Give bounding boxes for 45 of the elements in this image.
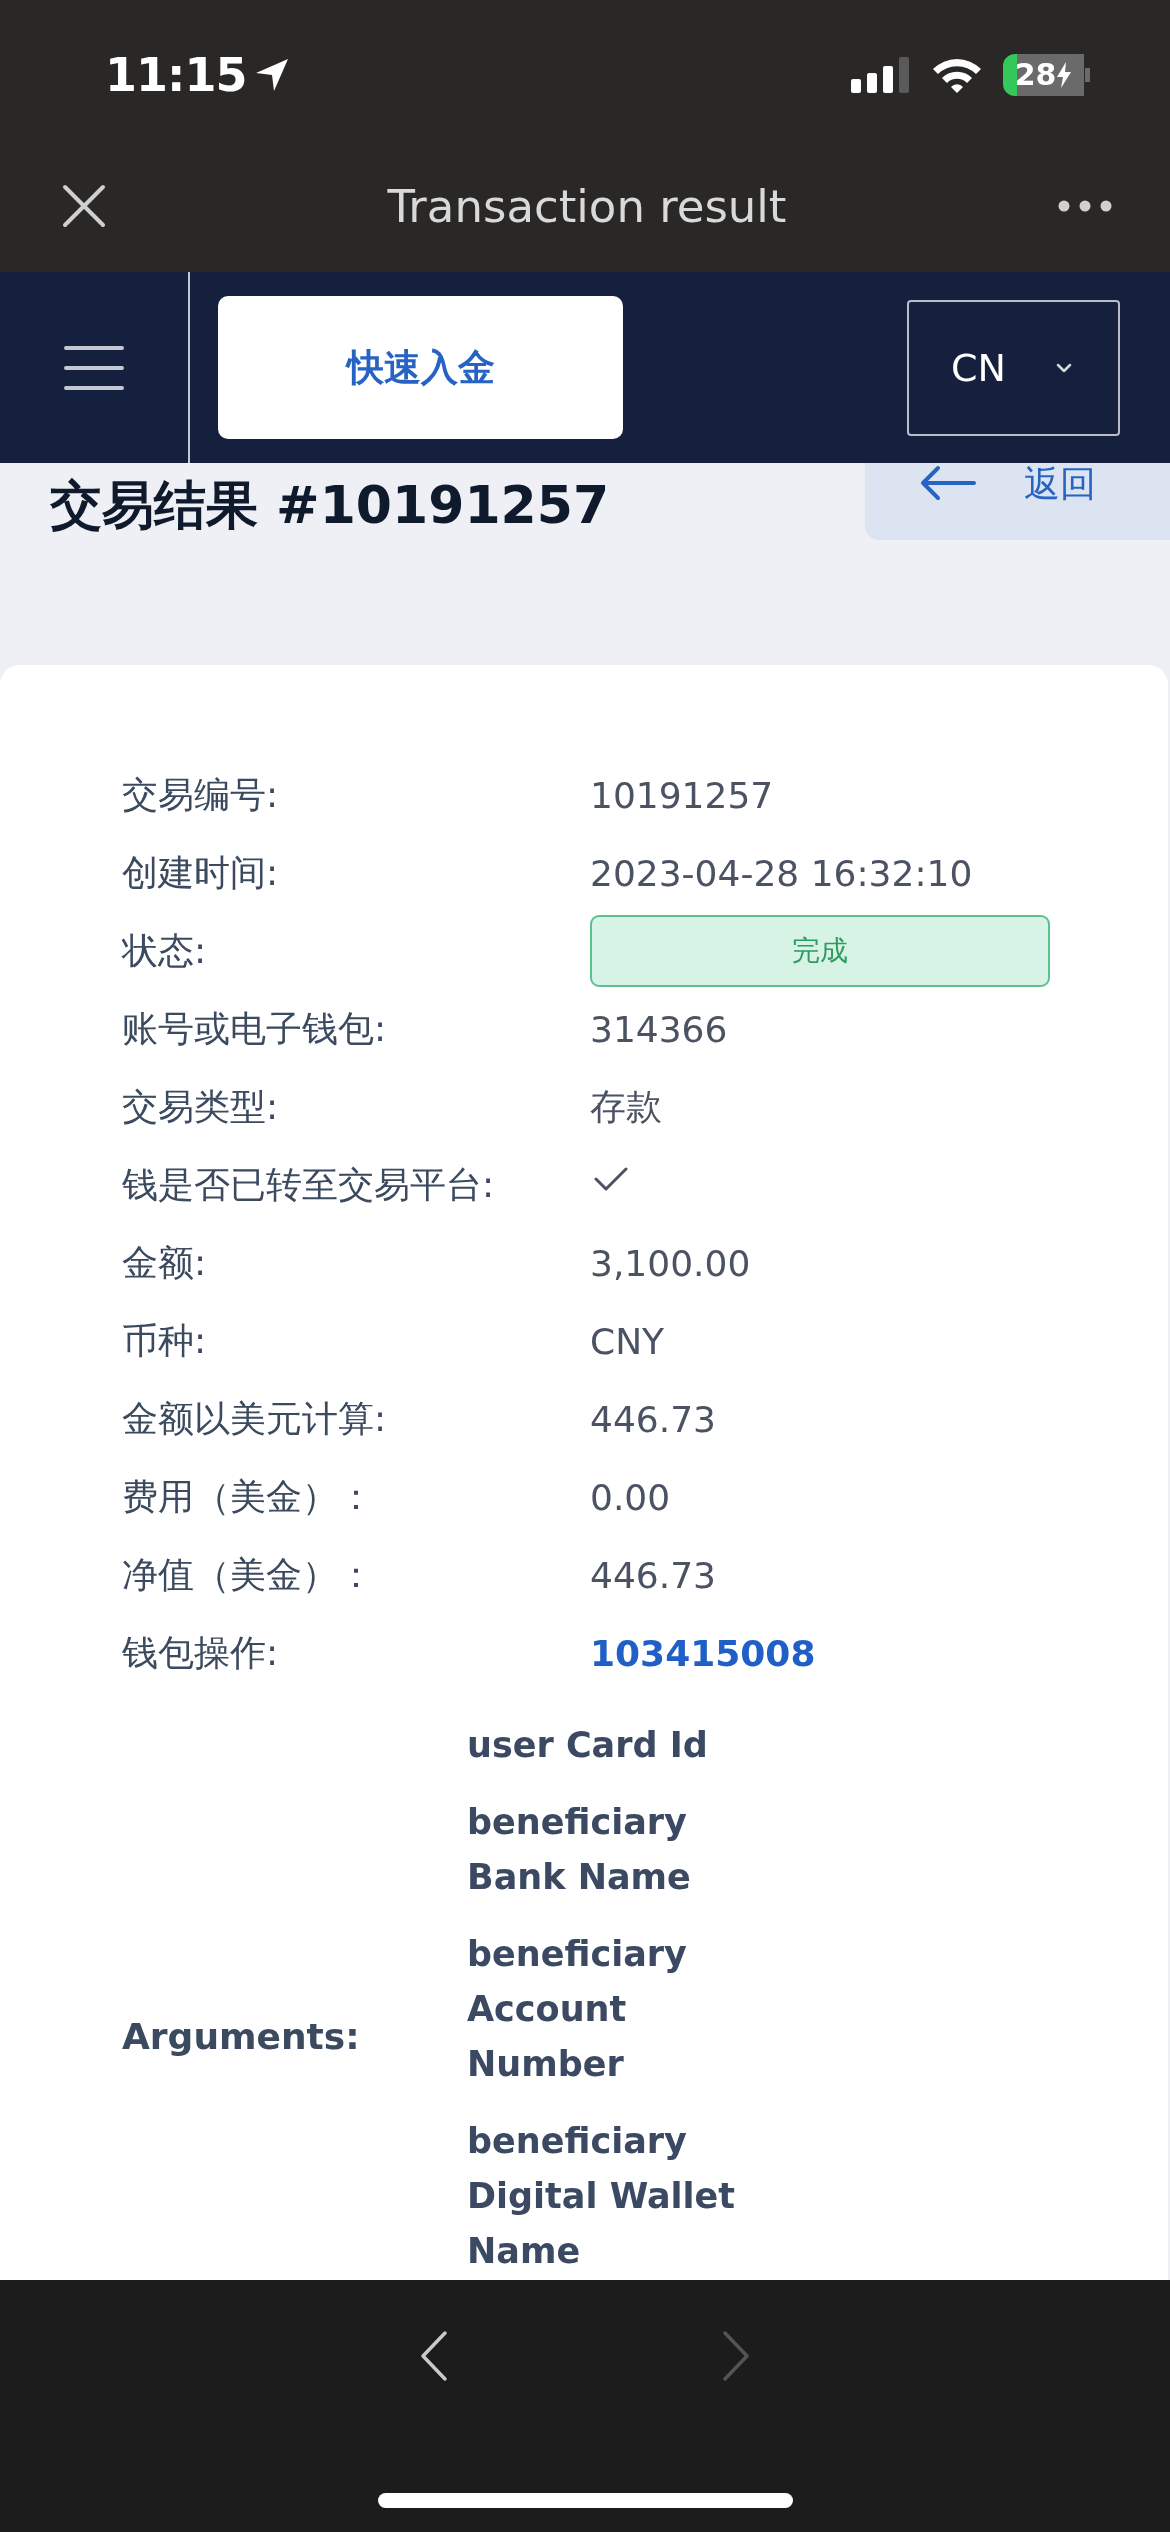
detail-value: 存款 xyxy=(590,1084,662,1129)
detail-value: 446.73 xyxy=(590,1398,716,1440)
charging-bolt-icon xyxy=(1057,62,1072,88)
location-arrow-icon xyxy=(254,57,291,93)
argument-name: beneficiary Digital Wallet Name xyxy=(467,2120,737,2273)
battery-percent: 28 xyxy=(1014,60,1057,90)
argument-name: beneficiary Account Number xyxy=(467,1933,688,2086)
chevron-left-icon[interactable] xyxy=(420,2330,448,2382)
detail-label: 费用（美金）： xyxy=(122,1474,374,1519)
wallet-operation-link[interactable]: 103415008 xyxy=(590,1632,816,1674)
back-button[interactable]: 返回 xyxy=(865,463,1170,540)
detail-label: 交易类型: xyxy=(122,1084,279,1129)
signal-icon xyxy=(851,57,911,93)
detail-value: 314366 xyxy=(590,1008,728,1050)
page-heading: 交易结果 #10191257 xyxy=(49,474,610,535)
menu-icon[interactable] xyxy=(64,344,124,391)
detail-label: 状态: xyxy=(122,928,207,973)
status-time: 11:15 xyxy=(105,48,247,102)
status-badge: 完成 xyxy=(590,915,1050,987)
argument-name: user Card Id xyxy=(467,1724,709,1767)
detail-value: 446.73 xyxy=(590,1554,716,1596)
language-select[interactable]: CN xyxy=(907,299,1120,436)
detail-label: 交易编号: xyxy=(122,772,279,817)
arrow-left-icon xyxy=(920,465,976,501)
chevron-down-icon xyxy=(1055,362,1072,373)
detail-value: 0.00 xyxy=(590,1476,671,1518)
more-icon[interactable] xyxy=(1058,200,1112,212)
detail-value: 10191257 xyxy=(590,774,774,816)
detail-value: 2023-04-28 16:32:10 xyxy=(590,852,973,894)
detail-label: 账号或电子钱包: xyxy=(122,1006,387,1051)
detail-label: 净值（美金）： xyxy=(122,1552,374,1597)
window-title: Transaction result xyxy=(387,179,787,233)
argument-name: beneficiary Bank Name xyxy=(467,1801,692,1899)
detail-label: 金额以美元计算: xyxy=(122,1396,387,1441)
detail-label: 钱是否已转至交易平台: xyxy=(122,1162,495,1207)
close-icon[interactable] xyxy=(62,184,106,228)
detail-value: CNY xyxy=(590,1320,665,1362)
quick-deposit-button[interactable]: 快速入金 xyxy=(218,296,623,439)
arguments-label: Arguments: xyxy=(122,2016,360,2057)
detail-label: 钱包操作: xyxy=(122,1630,279,1675)
detail-label: 金额: xyxy=(122,1240,207,1285)
detail-label: 币种: xyxy=(122,1318,207,1363)
wifi-icon xyxy=(931,56,983,94)
detail-label: 创建时间: xyxy=(122,850,279,895)
detail-value: 3,100.00 xyxy=(590,1242,751,1284)
